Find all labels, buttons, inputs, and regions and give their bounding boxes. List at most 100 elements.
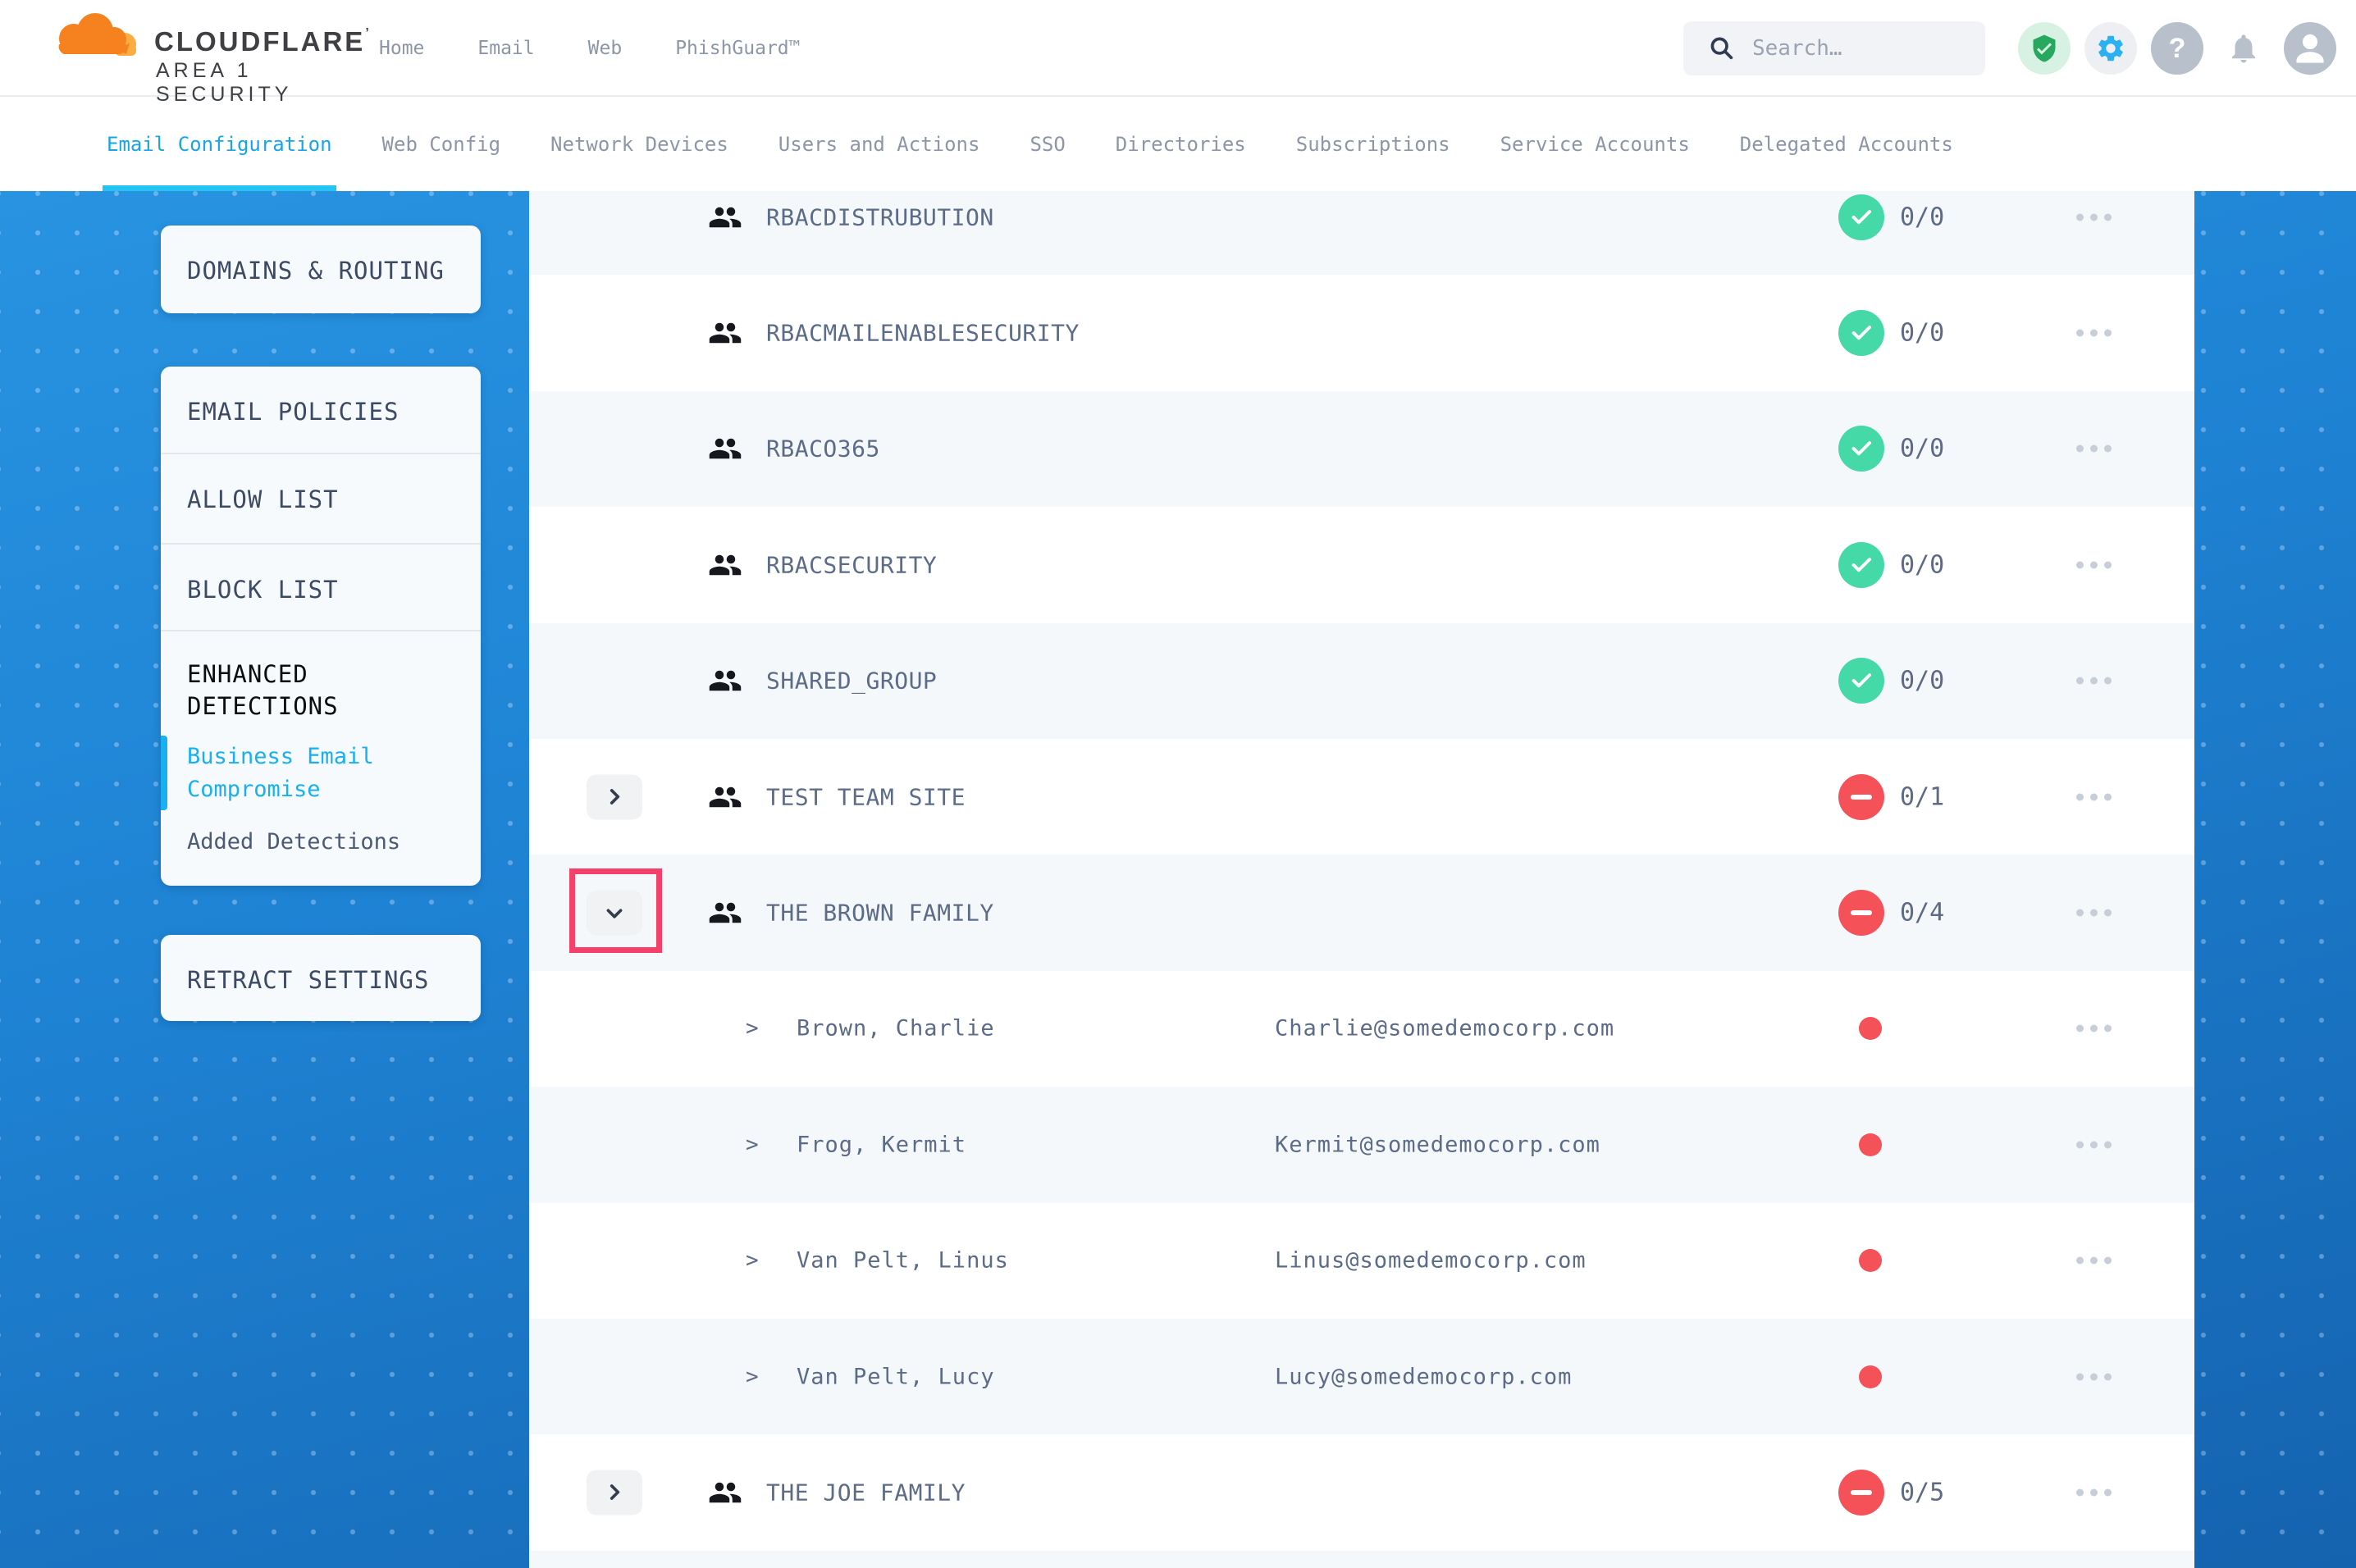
group-people-icon: [708, 780, 742, 814]
search-box[interactable]: [1683, 21, 1985, 75]
topnav-link-phishguard[interactable]: PhishGuard™: [675, 38, 800, 59]
active-item-accent-bar: [161, 736, 167, 810]
tab-subscriptions[interactable]: Subscriptions: [1296, 97, 1450, 191]
table-row-member[interactable]: >Frog, KermitKermit@somedemocorp.com: [529, 1087, 2194, 1202]
sidebar-card-domains-routing[interactable]: DOMAINS & ROUTING: [161, 226, 481, 313]
tab-directories[interactable]: Directories: [1116, 97, 1246, 191]
app-root: RBACDISTRUBUTION0/0RBACMAILENABLESECURIT…: [0, 0, 2356, 1568]
check-icon: [1849, 436, 1874, 461]
row-menu-button[interactable]: [2068, 1249, 2120, 1273]
member-count: 0/5: [1900, 1478, 1944, 1506]
row-menu-button[interactable]: [2068, 669, 2120, 693]
tab-network-devices[interactable]: Network Devices: [550, 97, 728, 191]
retract-settings-link[interactable]: RETRACT SETTINGS: [187, 966, 429, 994]
group-name: RBACO365: [766, 435, 880, 463]
cloudflare-cloud-icon: [49, 11, 146, 62]
tab-users-and-actions[interactable]: Users and Actions: [778, 97, 980, 191]
table-row-member[interactable]: >Van Pelt, LucyLucy@somedemocorp.com: [529, 1319, 2194, 1434]
group-people-icon: [708, 200, 742, 235]
status-dot: [1859, 1365, 1882, 1388]
tab-service-accounts[interactable]: Service Accounts: [1500, 97, 1690, 191]
brand-trademark: ’: [365, 26, 371, 40]
block-list-link[interactable]: BLOCK LIST: [187, 576, 339, 604]
status-blocked-badge: [1838, 890, 1884, 936]
check-icon: [1849, 321, 1874, 345]
group-people-icon: [708, 548, 742, 582]
collapse-group-button[interactable]: [587, 891, 642, 936]
row-menu-button[interactable]: [2068, 205, 2120, 229]
table-row-group[interactable]: RBACSECURITY0/0: [529, 507, 2194, 622]
tab-web-config[interactable]: Web Config: [382, 97, 501, 191]
added-detections-link[interactable]: Added Detections: [187, 829, 400, 855]
expand-group-button[interactable]: [587, 1470, 642, 1515]
security-shield-button[interactable]: [2018, 22, 2071, 75]
table-row-group[interactable]: RBACMAILENABLESECURITY 0/0: [529, 275, 2194, 390]
status-ok-badge: [1838, 194, 1884, 240]
brand-name: CLOUDFLARE’: [154, 26, 372, 57]
status-ok-badge: [1838, 310, 1884, 356]
table-row-group[interactable]: THE BROWN FAMILY0/4: [529, 855, 2194, 970]
group-people-icon: [708, 1475, 742, 1510]
allow-list-link[interactable]: ALLOW LIST: [187, 485, 339, 513]
table-row-partial: [529, 1551, 2194, 1568]
row-menu-button[interactable]: [2068, 1133, 2120, 1156]
member-count: 0/1: [1900, 782, 1944, 811]
shield-check-icon: [2030, 34, 2059, 63]
row-menu-button[interactable]: [2068, 437, 2120, 461]
member-name: Brown, Charlie: [797, 1016, 995, 1042]
table-row-group[interactable]: THE JOE FAMILY0/5: [529, 1434, 2194, 1550]
member-chevron-icon[interactable]: >: [746, 1016, 759, 1041]
member-chevron-icon[interactable]: >: [746, 1248, 759, 1273]
help-button[interactable]: ?: [2151, 22, 2203, 75]
row-menu-button[interactable]: [2068, 553, 2120, 577]
row-menu-button[interactable]: [2068, 901, 2120, 925]
notifications-button[interactable]: [2217, 22, 2270, 75]
search-icon: [1708, 34, 1736, 62]
status-ok-badge: [1838, 426, 1884, 472]
status-blocked-badge: [1838, 1470, 1884, 1516]
minus-icon: [1851, 795, 1872, 800]
email-policies-link[interactable]: EMAIL POLICIES: [187, 398, 399, 426]
row-menu-button[interactable]: [2068, 1017, 2120, 1041]
status-dot: [1859, 1249, 1882, 1272]
topnav-link-email[interactable]: Email: [477, 38, 534, 59]
settings-button[interactable]: [2084, 22, 2137, 75]
row-menu-button[interactable]: [2068, 321, 2120, 345]
tab-email-configuration[interactable]: Email Configuration: [107, 97, 332, 191]
group-name: RBACMAILENABLESECURITY: [766, 320, 1080, 347]
member-count: 0/0: [1900, 319, 1944, 348]
table-row-group[interactable]: TEST TEAM SITE0/1: [529, 739, 2194, 855]
tab-sso[interactable]: SSO: [1030, 97, 1065, 191]
member-count: 0/0: [1900, 435, 1944, 463]
row-menu-button[interactable]: [2068, 1480, 2120, 1504]
member-chevron-icon[interactable]: >: [746, 1133, 759, 1157]
row-menu-button[interactable]: [2068, 785, 2120, 809]
expand-group-button[interactable]: [587, 774, 642, 819]
table-row-group[interactable]: SHARED_GROUP0/0: [529, 623, 2194, 739]
member-count: 0/4: [1900, 899, 1944, 928]
sidebar-card-retract-settings[interactable]: RETRACT SETTINGS: [161, 935, 481, 1021]
group-table: RBACDISTRUBUTION0/0RBACMAILENABLESECURIT…: [529, 159, 2194, 1568]
member-name: Van Pelt, Linus: [797, 1248, 1009, 1274]
user-avatar-icon: [2284, 22, 2336, 75]
user-account-button[interactable]: [2284, 22, 2336, 75]
table-row-member[interactable]: >Van Pelt, LinusLinus@somedemocorp.com: [529, 1203, 2194, 1319]
topnav-link-web[interactable]: Web: [588, 38, 623, 59]
topnav-link-home[interactable]: Home: [379, 38, 424, 59]
domains-routing-link[interactable]: DOMAINS & ROUTING: [187, 257, 445, 285]
enhanced-detections-heading: ENHANCED DETECTIONS: [187, 659, 339, 722]
gear-icon: [2095, 33, 2126, 64]
group-name: RBACSECURITY: [766, 551, 937, 578]
tab-delegated-accounts[interactable]: Delegated Accounts: [1740, 97, 1953, 191]
divider: [161, 630, 481, 631]
member-email: Lucy@somedemocorp.com: [1275, 1364, 1572, 1389]
search-input[interactable]: [1752, 36, 1957, 61]
business-email-compromise-link[interactable]: Business Email Compromise: [187, 741, 374, 806]
sidebar-card-email-policies: EMAIL POLICIES ALLOW LIST BLOCK LIST ENH…: [161, 367, 481, 886]
member-count: 0/0: [1900, 203, 1944, 231]
table-row-group[interactable]: RBACO365 0/0: [529, 391, 2194, 507]
table-row-member[interactable]: >Brown, CharlieCharlie@somedemocorp.com: [529, 971, 2194, 1087]
chevron-right-icon: [604, 786, 625, 808]
row-menu-button[interactable]: [2068, 1365, 2120, 1388]
member-chevron-icon[interactable]: >: [746, 1365, 759, 1389]
